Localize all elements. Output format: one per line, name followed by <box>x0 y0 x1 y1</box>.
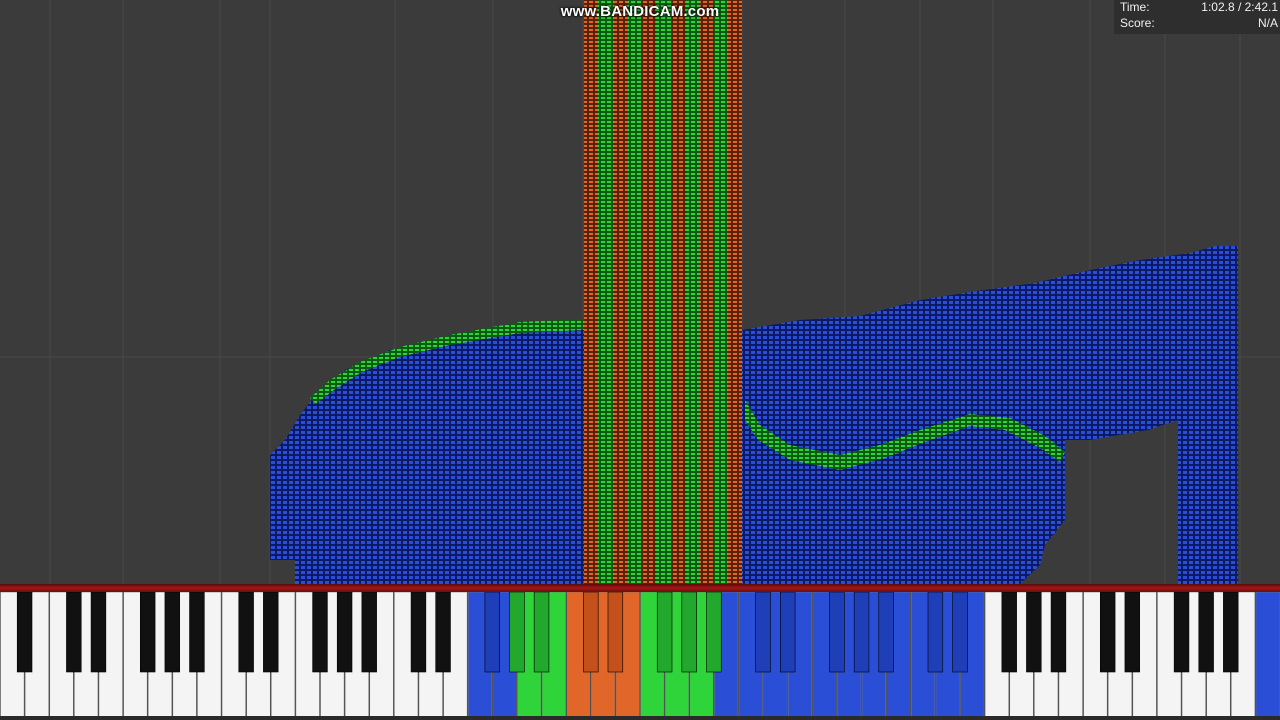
black-key-42[interactable] <box>1050 592 1067 673</box>
piano-keyboard[interactable] <box>0 592 1280 720</box>
center-note-column-4 <box>642 0 656 584</box>
center-note-column-8 <box>700 0 714 584</box>
black-key-12[interactable] <box>312 592 328 673</box>
center-note-column-3 <box>628 0 642 584</box>
keyboard-top-bar <box>0 584 1280 592</box>
black-key-10[interactable] <box>263 592 279 673</box>
black-key-26[interactable] <box>656 592 673 673</box>
black-key-48[interactable] <box>1198 592 1214 673</box>
center-note-column-10 <box>728 0 742 584</box>
black-key-3[interactable] <box>90 592 107 673</box>
black-key-17[interactable] <box>435 592 451 673</box>
keyboard-keys[interactable] <box>0 592 1280 720</box>
black-key-9[interactable] <box>238 592 254 673</box>
time-label: Time: <box>1120 0 1150 14</box>
center-note-column-6 <box>672 0 686 584</box>
black-key-7[interactable] <box>189 592 205 673</box>
keyboard-bottom-edge <box>0 716 1280 720</box>
black-key-47[interactable] <box>1173 592 1190 673</box>
black-key-24[interactable] <box>607 592 624 673</box>
black-key-44[interactable] <box>1100 592 1116 673</box>
black-key-38[interactable] <box>952 592 968 673</box>
black-key-28[interactable] <box>706 592 722 673</box>
black-key-30[interactable] <box>755 592 771 673</box>
score-value: N/A <box>1257 16 1278 30</box>
center-note-column-2 <box>614 0 628 584</box>
black-key-35[interactable] <box>878 592 894 673</box>
black-key-2[interactable] <box>66 592 82 673</box>
score-row: Score: N/A <box>1120 16 1280 32</box>
center-note-column-0 <box>584 0 598 584</box>
black-key-20[interactable] <box>509 592 525 673</box>
piano-roll: www.BANDICAM.com Time: 1:02.8 / 2:42.1 S… <box>0 0 1280 584</box>
black-key-14[interactable] <box>361 592 377 673</box>
black-key-40[interactable] <box>1001 592 1017 673</box>
black-key-33[interactable] <box>829 592 845 673</box>
time-row: Time: 1:02.8 / 2:42.1 <box>1120 0 1280 16</box>
center-note-column-9 <box>714 0 728 584</box>
center-note-column-5 <box>656 0 672 584</box>
black-key-5[interactable] <box>140 592 156 673</box>
white-key-51[interactable] <box>1255 592 1280 719</box>
score-label: Score: <box>1120 16 1155 30</box>
center-note-column-7 <box>686 0 700 584</box>
time-score-panel: Time: 1:02.8 / 2:42.1 Score: N/A <box>1114 0 1280 34</box>
black-key-31[interactable] <box>780 592 796 673</box>
black-key-49[interactable] <box>1223 592 1239 673</box>
black-key-34[interactable] <box>853 592 870 673</box>
falling-notes <box>0 0 1280 584</box>
black-key-6[interactable] <box>164 592 180 673</box>
center-note-column-1 <box>598 0 614 584</box>
black-key-19[interactable] <box>484 592 500 673</box>
black-key-21[interactable] <box>533 592 550 673</box>
black-key-23[interactable] <box>583 592 599 673</box>
black-key-45[interactable] <box>1124 592 1140 673</box>
time-value: 1:02.8 / 2:42.1 <box>1201 0 1278 14</box>
black-key-37[interactable] <box>927 592 944 673</box>
black-key-41[interactable] <box>1026 592 1042 673</box>
black-key-0[interactable] <box>16 592 33 673</box>
black-key-27[interactable] <box>681 592 697 673</box>
bandicam-watermark: www.BANDICAM.com <box>560 3 720 20</box>
black-key-13[interactable] <box>336 592 353 673</box>
black-key-16[interactable] <box>410 592 427 673</box>
